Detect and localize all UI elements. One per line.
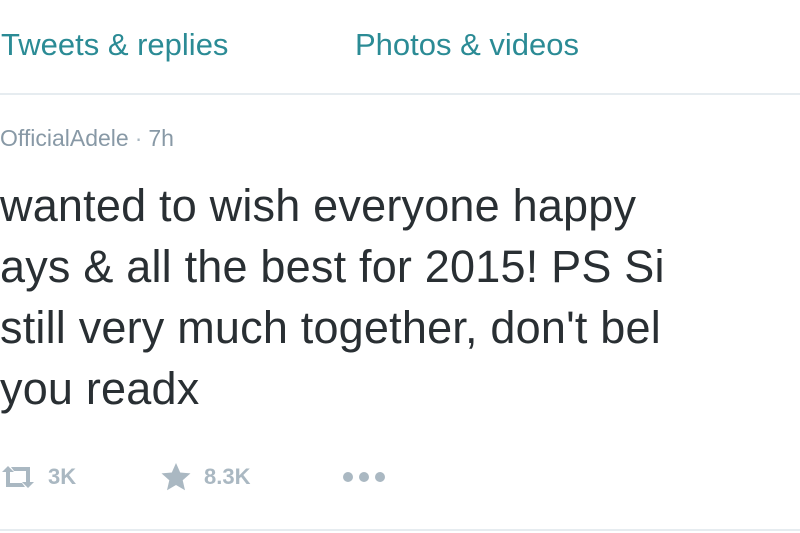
header-separator: · [134,125,143,151]
tweet-author-handle[interactable]: OfficialAdele [0,125,129,151]
tweet-text: wanted to wish everyone happy ays & all … [0,175,800,419]
tab-photos-and-videos[interactable]: Photos & videos [355,27,579,63]
tweet-text-line: you readx [0,363,200,414]
favorite-count: 8.3K [204,464,251,489]
tweet-text-line: still very much together, don't bel [0,302,661,353]
retweet-button[interactable]: 3K [0,457,76,497]
tweet-timestamp[interactable]: 7h [148,125,174,151]
profile-timeline: Tweets & replies Photos & videos Officia… [0,0,800,533]
tweet[interactable]: OfficialAdele · 7h wanted to wish everyone… [0,95,800,533]
star-icon [160,462,192,492]
favorite-button[interactable]: 8.3K [160,457,250,497]
profile-tabs: Tweets & replies Photos & videos [0,0,800,95]
tweet-actions: 3K 8.3K [0,457,800,497]
tab-tweets-and-replies[interactable]: Tweets & replies [1,27,228,63]
tweet-header: OfficialAdele · 7h [0,125,174,152]
retweet-icon [0,464,36,490]
tweet-text-line: ays & all the best for 2015! PS Si [0,241,665,292]
more-button[interactable] [342,457,386,497]
tweet-divider [0,529,800,531]
retweet-count: 3K [48,464,77,489]
tweet-text-line: wanted to wish everyone happy [0,180,637,231]
more-icon [342,471,386,483]
